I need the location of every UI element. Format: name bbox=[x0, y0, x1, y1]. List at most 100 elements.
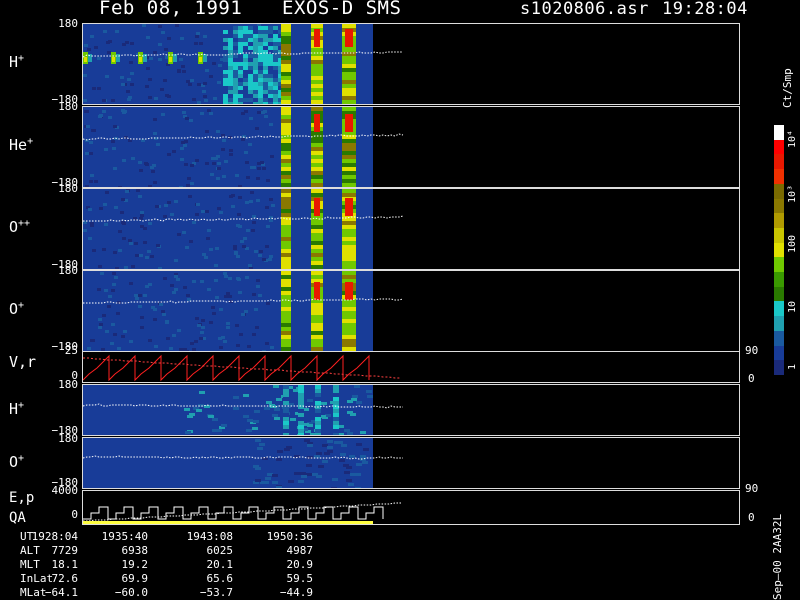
spectrogram-cell bbox=[108, 116, 112, 119]
spectrogram-cell bbox=[204, 99, 208, 102]
spectrogram-cell bbox=[341, 444, 347, 447]
spectrogram-cell bbox=[183, 286, 187, 289]
spectrogram-cell bbox=[342, 88, 356, 92]
spectrogram-cell bbox=[97, 87, 101, 90]
spectrogram-cell bbox=[281, 171, 291, 175]
spectrogram-cell bbox=[281, 275, 291, 279]
spectrogram-cell bbox=[301, 475, 307, 478]
spectrogram-cell bbox=[253, 102, 258, 104]
spectrogram-cell bbox=[105, 330, 109, 333]
spectrogram-cell bbox=[253, 98, 258, 102]
spectrogram-cell bbox=[281, 111, 291, 115]
spectrogram-cell bbox=[84, 44, 88, 47]
o-low-label: O+ bbox=[9, 453, 25, 471]
spectrogram-cell bbox=[231, 205, 235, 208]
spectrogram-cell bbox=[120, 211, 124, 214]
h-plus-ymax: 180 bbox=[58, 17, 78, 30]
spectrogram-cell bbox=[263, 70, 268, 74]
spectrogram-cell bbox=[311, 147, 323, 151]
spectrogram-cell bbox=[311, 253, 323, 257]
spectrogram-cell bbox=[311, 225, 323, 229]
spectrogram-cell bbox=[263, 46, 268, 50]
spectrogram-cell bbox=[249, 117, 253, 120]
data-coverage-background bbox=[83, 385, 373, 435]
spectrogram-cell bbox=[201, 210, 205, 213]
spectrogram-cell bbox=[185, 246, 189, 249]
spectrogram-cell bbox=[238, 26, 243, 30]
spectrogram-cell bbox=[235, 324, 239, 327]
ephem-cell: 1935:40 bbox=[101, 530, 148, 543]
spectrogram-cell bbox=[258, 26, 263, 30]
spectrogram-cell bbox=[233, 38, 238, 42]
spectrogram-cell bbox=[258, 294, 262, 297]
spectrogram-cell bbox=[311, 48, 323, 52]
spectrogram-cell bbox=[266, 179, 270, 182]
spectrogram-cell bbox=[223, 82, 228, 86]
spectrogram-cell bbox=[268, 82, 273, 86]
spectrogram-cell bbox=[94, 180, 98, 183]
spectrogram-cell bbox=[233, 30, 238, 34]
spectrogram-cell bbox=[333, 397, 339, 401]
spectrogram-cell bbox=[182, 231, 186, 234]
spectrogram-cell bbox=[265, 206, 269, 209]
spectrogram-cell bbox=[281, 28, 291, 32]
spectrogram-cell bbox=[189, 119, 193, 122]
spectrogram-cell bbox=[258, 66, 263, 70]
spectrogram-cell bbox=[179, 58, 183, 61]
spectrogram-cell bbox=[273, 78, 278, 82]
spectrogram-cell bbox=[83, 99, 87, 102]
spectrogram-cell bbox=[231, 194, 235, 197]
spectrogram-cell bbox=[243, 26, 248, 30]
spectrogram-cell bbox=[258, 30, 263, 34]
spectrogram-cell bbox=[181, 65, 185, 68]
intensity-peak bbox=[345, 282, 353, 300]
spectrogram-cell bbox=[311, 319, 323, 323]
spectrogram-cell bbox=[238, 58, 243, 62]
spectrogram-cell bbox=[147, 250, 151, 253]
colorbar-swatch bbox=[774, 139, 784, 155]
spectrogram-cell bbox=[342, 323, 356, 327]
spectrogram-cell bbox=[342, 339, 356, 343]
spectrogram-cell bbox=[281, 107, 291, 111]
ephem-cell: 7729 bbox=[51, 544, 79, 557]
spectrogram-cell bbox=[255, 127, 259, 130]
spectrogram-cell bbox=[217, 162, 221, 165]
spectrogram-cell bbox=[247, 345, 251, 348]
colorbar-tick-label: 10⁴ bbox=[787, 129, 798, 148]
spectrogram-cell bbox=[268, 38, 273, 42]
spectrogram-cell bbox=[243, 415, 249, 418]
spectrogram-cell bbox=[342, 331, 356, 335]
spectrogram-cell bbox=[233, 42, 238, 46]
time-label: 19:28:04 bbox=[662, 0, 748, 19]
spectrogram-cell bbox=[219, 308, 223, 311]
spectrogram-cell bbox=[255, 479, 261, 482]
spectrogram-cell bbox=[256, 279, 260, 282]
spectrogram-cell bbox=[223, 26, 228, 30]
spectrogram-cell bbox=[190, 164, 194, 167]
spectrogram-cell bbox=[342, 155, 356, 159]
ep-panel bbox=[82, 490, 740, 525]
spectrogram-cell bbox=[145, 85, 149, 88]
spectrogram-cell bbox=[253, 94, 258, 98]
spectrogram-cell bbox=[190, 342, 194, 345]
spectrogram-cell bbox=[247, 419, 253, 422]
spectrogram-cell bbox=[192, 221, 196, 224]
spectrogram-cell bbox=[248, 86, 253, 90]
spectrogram-cell bbox=[228, 58, 233, 62]
spectrogram-cell bbox=[205, 162, 209, 165]
vr-right-top: 90 bbox=[745, 344, 759, 357]
spectrogram-cell bbox=[233, 70, 238, 74]
spectrogram-cell bbox=[311, 331, 323, 335]
spectrogram-cell bbox=[298, 433, 304, 435]
spectrogram-cell bbox=[223, 98, 228, 102]
spectrogram-cell bbox=[311, 175, 323, 179]
spectrogram-cell bbox=[241, 313, 245, 316]
spectrogram-cell bbox=[273, 102, 278, 104]
spectrogram-cell bbox=[244, 310, 248, 313]
spectrogram-cell bbox=[281, 163, 291, 167]
spectrogram-cell bbox=[153, 51, 157, 54]
spectrogram-cell bbox=[268, 66, 273, 70]
spectrogram-cell bbox=[258, 46, 263, 50]
spectrogram-cell bbox=[342, 307, 356, 311]
qa-label: QA bbox=[9, 510, 26, 526]
